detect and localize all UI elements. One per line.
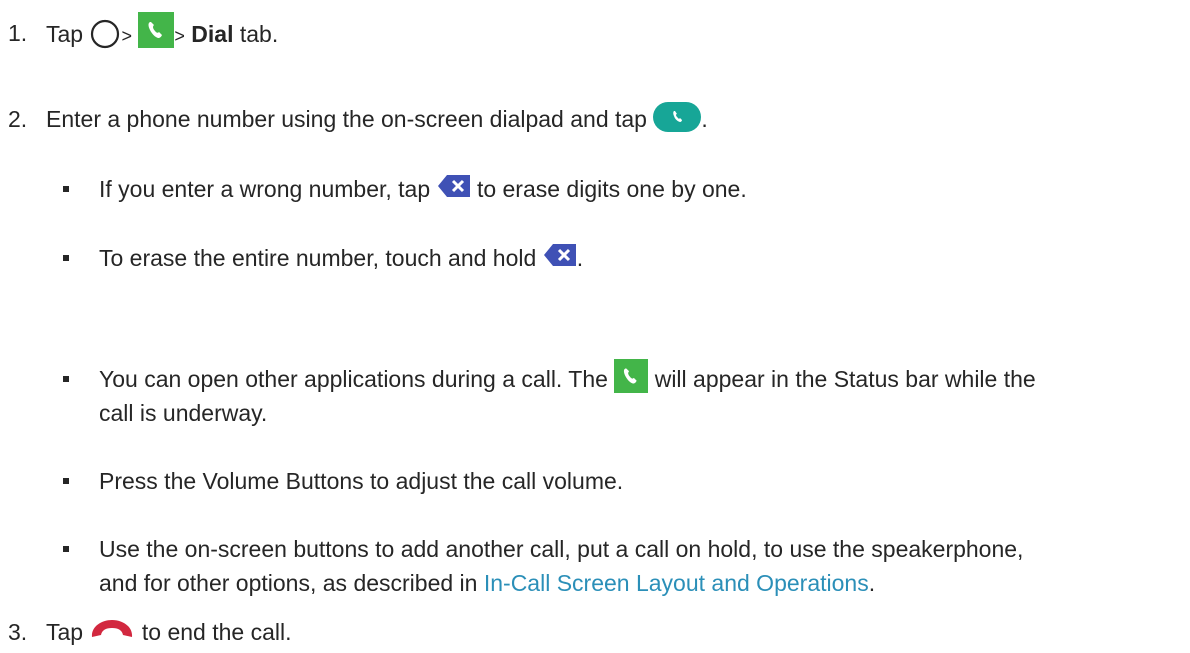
step-number: 3.	[8, 619, 28, 645]
home-circle-icon	[89, 18, 121, 50]
text-before: You can open other applications during a…	[99, 366, 608, 393]
continuation-text: call is underway.	[99, 400, 268, 426]
text-after: to end the call.	[141, 619, 292, 645]
continuation-text: and for other options, as described in I…	[99, 568, 875, 598]
period: .	[868, 570, 876, 596]
bullet-marker	[63, 478, 69, 484]
tap-word: Tap	[46, 619, 84, 645]
step-number: 2.	[8, 106, 28, 132]
text-after: to erase digits one by one.	[476, 176, 747, 202]
phone-status-icon	[614, 359, 649, 393]
bullet-text: Use the on-screen buttons to add another…	[99, 536, 1024, 562]
separator: >	[121, 26, 132, 47]
bullet-marker	[63, 546, 69, 552]
dial-tab-label: Dial	[191, 21, 234, 48]
backspace-icon	[543, 243, 577, 267]
bullet-marker	[63, 376, 69, 382]
in-call-screen-link[interactable]: In-Call Screen Layout and Operations	[484, 570, 869, 596]
step-number: 1.	[8, 20, 28, 46]
separator: >	[174, 26, 185, 47]
bullet-text: To erase the entire number, touch and ho…	[99, 243, 583, 273]
tap-word: Tap	[46, 21, 84, 48]
period: .	[576, 245, 584, 271]
bullet-text: You can open other applications during a…	[99, 359, 1036, 398]
text-before: If you enter a wrong number, tap	[99, 176, 431, 202]
text-before: and for other options, as described in	[99, 570, 478, 596]
bullet-marker	[63, 255, 69, 261]
phone-app-icon	[138, 12, 175, 48]
period: .	[701, 106, 708, 132]
step-text: Enter a phone number using the on-screen…	[46, 101, 708, 136]
bullet-text: If you enter a wrong number, tap to eras…	[99, 174, 747, 204]
step-2-text: Enter a phone number using the on-screen…	[46, 106, 647, 132]
bullet-marker	[63, 186, 69, 192]
step-text: Tap > > Dial tab.	[46, 12, 279, 54]
backspace-icon	[437, 174, 471, 198]
end-call-icon	[89, 615, 135, 641]
bullet-text: Press the Volume Buttons to adjust the c…	[99, 468, 624, 494]
step-text: Tap to end the call.	[46, 617, 291, 647]
text-after: will appear in the Status bar while the	[654, 366, 1036, 393]
text-before: To erase the entire number, touch and ho…	[99, 245, 537, 271]
call-button-icon	[653, 101, 702, 132]
tab-word: tab.	[239, 21, 279, 48]
